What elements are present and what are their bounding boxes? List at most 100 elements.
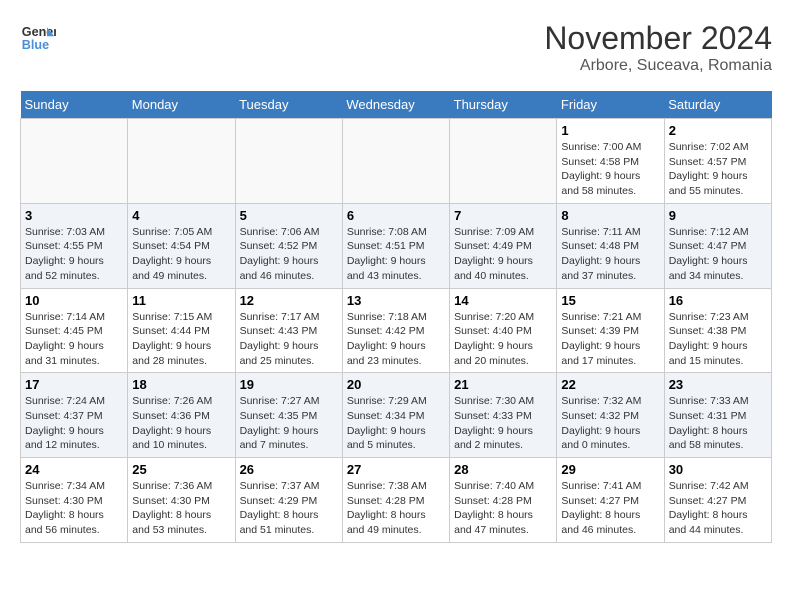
calendar-cell: 3Sunrise: 7:03 AM Sunset: 4:55 PM Daylig… <box>21 203 128 288</box>
day-info: Sunrise: 7:37 AM Sunset: 4:29 PM Dayligh… <box>240 479 338 538</box>
day-number: 29 <box>561 462 659 477</box>
day-info: Sunrise: 7:29 AM Sunset: 4:34 PM Dayligh… <box>347 394 445 453</box>
calendar-cell: 19 Sunrise: 7:27 AM Sunset: 4:35 PM Dayli… <box>235 373 342 458</box>
week-row-4: 17Sunrise: 7:24 AM Sunset: 4:37 PM Dayli… <box>21 373 772 458</box>
day-number: 2 <box>669 123 767 138</box>
calendar-cell: 5 Sunrise: 7:06 AM Sunset: 4:52 PM Daylig… <box>235 203 342 288</box>
day-number: 9 <box>669 208 767 223</box>
day-number: 14 <box>454 293 552 308</box>
day-number: 22 <box>561 377 659 392</box>
day-number: 12 <box>240 293 338 308</box>
calendar-cell: 24 Sunrise: 7:34 AM Sunset: 4:30 PM Dayli… <box>21 458 128 543</box>
day-info: Sunrise: 7:11 AM Sunset: 4:48 PM Dayligh… <box>561 225 659 284</box>
week-row-2: 3Sunrise: 7:03 AM Sunset: 4:55 PM Daylig… <box>21 203 772 288</box>
calendar-cell: 4Sunrise: 7:05 AM Sunset: 4:54 PM Daylig… <box>128 203 235 288</box>
day-info: Sunrise: 7:42 AM Sunset: 4:27 PM Dayligh… <box>669 479 767 538</box>
day-number: 26 <box>240 462 338 477</box>
calendar-cell: 28Sunrise: 7:40 AM Sunset: 4:28 PM Dayli… <box>450 458 557 543</box>
day-number: 24 <box>25 462 123 477</box>
calendar-cell <box>21 119 128 204</box>
calendar-cell: 22 Sunrise: 7:32 AM Sunset: 4:32 PM Dayli… <box>557 373 664 458</box>
calendar-cell <box>342 119 449 204</box>
weekday-header-friday: Friday <box>557 91 664 119</box>
day-info: Sunrise: 7:34 AM Sunset: 4:30 PM Dayligh… <box>25 479 123 538</box>
day-number: 23 <box>669 377 767 392</box>
svg-text:Blue: Blue <box>22 38 49 52</box>
calendar-cell: 8 Sunrise: 7:11 AM Sunset: 4:48 PM Daylig… <box>557 203 664 288</box>
calendar-table: SundayMondayTuesdayWednesdayThursdayFrid… <box>20 91 772 543</box>
week-row-5: 24 Sunrise: 7:34 AM Sunset: 4:30 PM Dayli… <box>21 458 772 543</box>
calendar-cell: 25Sunrise: 7:36 AM Sunset: 4:30 PM Dayli… <box>128 458 235 543</box>
weekday-header-tuesday: Tuesday <box>235 91 342 119</box>
day-info: Sunrise: 7:32 AM Sunset: 4:32 PM Dayligh… <box>561 394 659 453</box>
week-row-3: 10 Sunrise: 7:14 AM Sunset: 4:45 PM Dayli… <box>21 288 772 373</box>
calendar-cell <box>235 119 342 204</box>
day-number: 8 <box>561 208 659 223</box>
day-info: Sunrise: 7:40 AM Sunset: 4:28 PM Dayligh… <box>454 479 552 538</box>
calendar-cell: 30Sunrise: 7:42 AM Sunset: 4:27 PM Dayli… <box>664 458 771 543</box>
calendar-cell: 10 Sunrise: 7:14 AM Sunset: 4:45 PM Dayli… <box>21 288 128 373</box>
calendar-cell: 17Sunrise: 7:24 AM Sunset: 4:37 PM Dayli… <box>21 373 128 458</box>
day-info: Sunrise: 7:38 AM Sunset: 4:28 PM Dayligh… <box>347 479 445 538</box>
day-number: 16 <box>669 293 767 308</box>
day-info: Sunrise: 7:09 AM Sunset: 4:49 PM Dayligh… <box>454 225 552 284</box>
calendar-cell: 13 Sunrise: 7:18 AM Sunset: 4:42 PM Dayli… <box>342 288 449 373</box>
calendar-cell: 20 Sunrise: 7:29 AM Sunset: 4:34 PM Dayli… <box>342 373 449 458</box>
logo-icon: General Blue <box>20 20 56 56</box>
day-number: 4 <box>132 208 230 223</box>
calendar-cell: 11 Sunrise: 7:15 AM Sunset: 4:44 PM Dayli… <box>128 288 235 373</box>
calendar-cell: 12Sunrise: 7:17 AM Sunset: 4:43 PM Dayli… <box>235 288 342 373</box>
calendar-cell: 23Sunrise: 7:33 AM Sunset: 4:31 PM Dayli… <box>664 373 771 458</box>
calendar-cell: 15 Sunrise: 7:21 AM Sunset: 4:39 PM Dayli… <box>557 288 664 373</box>
calendar-cell: 18Sunrise: 7:26 AM Sunset: 4:36 PM Dayli… <box>128 373 235 458</box>
calendar-cell: 9 Sunrise: 7:12 AM Sunset: 4:47 PM Daylig… <box>664 203 771 288</box>
day-info: Sunrise: 7:06 AM Sunset: 4:52 PM Dayligh… <box>240 225 338 284</box>
day-number: 11 <box>132 293 230 308</box>
calendar-body: 1Sunrise: 7:00 AM Sunset: 4:58 PM Daylig… <box>21 119 772 543</box>
day-info: Sunrise: 7:03 AM Sunset: 4:55 PM Dayligh… <box>25 225 123 284</box>
calendar-header: SundayMondayTuesdayWednesdayThursdayFrid… <box>21 91 772 119</box>
calendar-cell <box>128 119 235 204</box>
calendar-cell: 6Sunrise: 7:08 AM Sunset: 4:51 PM Daylig… <box>342 203 449 288</box>
day-info: Sunrise: 7:21 AM Sunset: 4:39 PM Dayligh… <box>561 310 659 369</box>
day-number: 18 <box>132 377 230 392</box>
calendar-cell: 2 Sunrise: 7:02 AM Sunset: 4:57 PM Daylig… <box>664 119 771 204</box>
day-info: Sunrise: 7:15 AM Sunset: 4:44 PM Dayligh… <box>132 310 230 369</box>
calendar-cell: 7 Sunrise: 7:09 AM Sunset: 4:49 PM Daylig… <box>450 203 557 288</box>
calendar-cell: 1Sunrise: 7:00 AM Sunset: 4:58 PM Daylig… <box>557 119 664 204</box>
calendar-cell <box>450 119 557 204</box>
day-number: 7 <box>454 208 552 223</box>
subtitle: Arbore, Suceava, Romania <box>544 57 772 75</box>
month-title: November 2024 <box>544 20 772 57</box>
day-number: 20 <box>347 377 445 392</box>
day-info: Sunrise: 7:27 AM Sunset: 4:35 PM Dayligh… <box>240 394 338 453</box>
day-info: Sunrise: 7:14 AM Sunset: 4:45 PM Dayligh… <box>25 310 123 369</box>
header: General Blue November 2024 Arbore, Sucea… <box>20 20 772 75</box>
calendar-cell: 29 Sunrise: 7:41 AM Sunset: 4:27 PM Dayli… <box>557 458 664 543</box>
weekday-header-saturday: Saturday <box>664 91 771 119</box>
day-info: Sunrise: 7:20 AM Sunset: 4:40 PM Dayligh… <box>454 310 552 369</box>
day-number: 27 <box>347 462 445 477</box>
calendar-cell: 27 Sunrise: 7:38 AM Sunset: 4:28 PM Dayli… <box>342 458 449 543</box>
weekday-header-sunday: Sunday <box>21 91 128 119</box>
day-info: Sunrise: 7:18 AM Sunset: 4:42 PM Dayligh… <box>347 310 445 369</box>
calendar-cell: 14 Sunrise: 7:20 AM Sunset: 4:40 PM Dayli… <box>450 288 557 373</box>
title-area: November 2024 Arbore, Suceava, Romania <box>544 20 772 75</box>
day-number: 15 <box>561 293 659 308</box>
day-number: 21 <box>454 377 552 392</box>
day-number: 1 <box>561 123 659 138</box>
day-number: 25 <box>132 462 230 477</box>
day-info: Sunrise: 7:23 AM Sunset: 4:38 PM Dayligh… <box>669 310 767 369</box>
day-number: 17 <box>25 377 123 392</box>
day-info: Sunrise: 7:02 AM Sunset: 4:57 PM Dayligh… <box>669 140 767 199</box>
day-number: 5 <box>240 208 338 223</box>
logo: General Blue <box>20 20 56 56</box>
day-number: 13 <box>347 293 445 308</box>
weekday-header-row: SundayMondayTuesdayWednesdayThursdayFrid… <box>21 91 772 119</box>
day-info: Sunrise: 7:41 AM Sunset: 4:27 PM Dayligh… <box>561 479 659 538</box>
day-number: 10 <box>25 293 123 308</box>
day-number: 6 <box>347 208 445 223</box>
week-row-1: 1Sunrise: 7:00 AM Sunset: 4:58 PM Daylig… <box>21 119 772 204</box>
day-info: Sunrise: 7:12 AM Sunset: 4:47 PM Dayligh… <box>669 225 767 284</box>
day-number: 19 <box>240 377 338 392</box>
